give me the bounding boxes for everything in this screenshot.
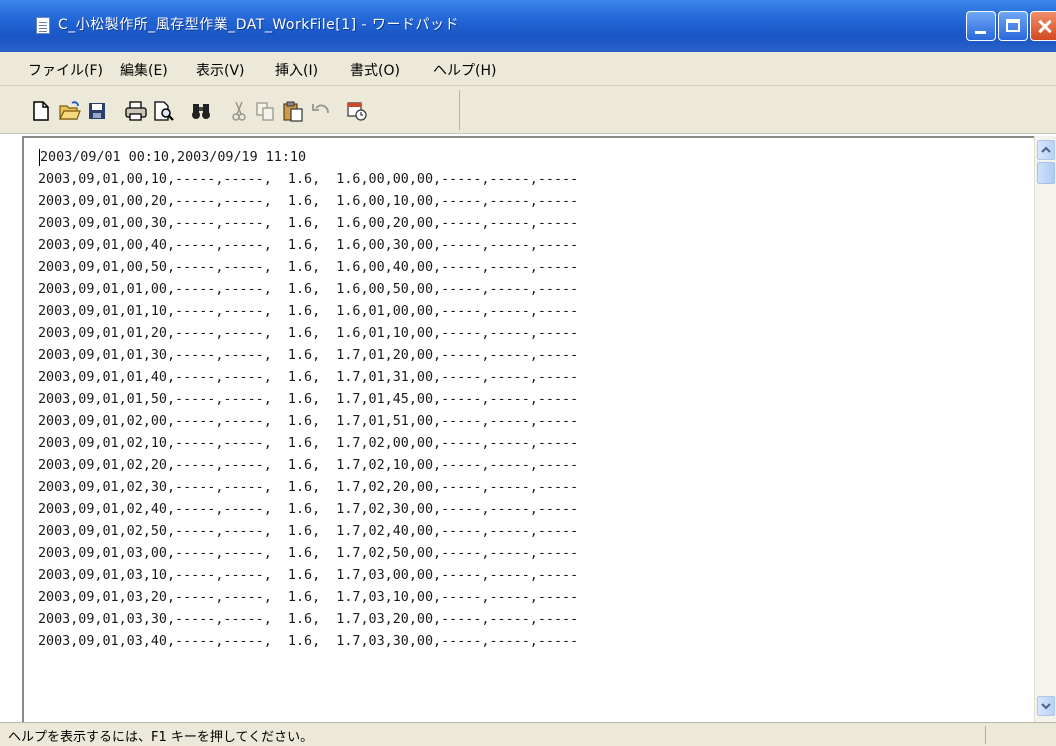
menu-format[interactable]: 書式(O)	[350, 60, 400, 80]
data-record-line: 2003,09,01,01,20,-----,-----, 1.6, 1.6,0…	[38, 326, 579, 341]
close-button[interactable]	[1030, 11, 1056, 41]
wordpad-document-icon[interactable]	[36, 17, 50, 34]
print-icon[interactable]	[124, 100, 147, 122]
data-record-line: 2003,09,01,00,40,-----,-----, 1.6, 1.6,0…	[38, 238, 579, 253]
chevron-down-icon	[1041, 703, 1051, 710]
chevron-up-icon	[1041, 146, 1051, 153]
document-editor[interactable]: 2003/09/01 00:10,2003/09/19 11:10 2003,09…	[22, 136, 1034, 722]
undo-icon[interactable]	[310, 100, 332, 122]
menu-view[interactable]: 表示(V)	[196, 60, 245, 80]
data-record-line: 2003,09,01,03,30,-----,-----, 1.6, 1.7,0…	[38, 612, 579, 627]
data-record-line: 2003,09,01,03,20,-----,-----, 1.6, 1.7,0…	[38, 590, 579, 605]
data-record-line: 2003,09,01,01,30,-----,-----, 1.6, 1.7,0…	[38, 348, 579, 363]
scroll-thumb[interactable]	[1037, 162, 1055, 184]
new-document-icon[interactable]	[30, 100, 52, 122]
open-folder-icon[interactable]	[58, 100, 81, 122]
data-record-line: 2003,09,01,01,40,-----,-----, 1.6, 1.7,0…	[38, 370, 579, 385]
data-record-line: 2003,09,01,03,00,-----,-----, 1.6, 1.7,0…	[38, 546, 579, 561]
data-record-line: 2003,09,01,02,40,-----,-----, 1.6, 1.7,0…	[38, 502, 579, 517]
data-record-line: 2003,09,01,03,10,-----,-----, 1.6, 1.7,0…	[38, 568, 579, 583]
data-record-line: 2003,09,01,01,10,-----,-----, 1.6, 1.6,0…	[38, 304, 579, 319]
status-bar: ヘルプを表示するには、F1 キーを押してください。	[0, 722, 1056, 746]
menu-file[interactable]: ファイル(F)	[28, 60, 103, 80]
data-record-line: 2003,09,01,02,20,-----,-----, 1.6, 1.7,0…	[38, 458, 579, 473]
scroll-up-button[interactable]	[1037, 140, 1055, 160]
data-record-line: 2003,09,01,03,40,-----,-----, 1.6, 1.7,0…	[38, 634, 579, 649]
data-record-line: 2003,09,01,01,50,-----,-----, 1.6, 1.7,0…	[38, 392, 579, 407]
find-binoculars-icon[interactable]	[190, 100, 212, 122]
data-record-line: 2003,09,01,02,10,-----,-----, 1.6, 1.7,0…	[38, 436, 579, 451]
date-time-icon[interactable]	[346, 100, 368, 122]
menu-insert[interactable]: 挿入(I)	[275, 60, 318, 80]
menu-help[interactable]: ヘルプ(H)	[433, 60, 496, 80]
minimize-button[interactable]	[966, 11, 996, 41]
scroll-down-button[interactable]	[1037, 696, 1055, 716]
document-text[interactable]: 2003/09/01 00:10,2003/09/19 11:10 2003,09…	[38, 147, 578, 653]
status-text: ヘルプを表示するには、F1 キーを押してください。	[8, 730, 314, 745]
data-record-line: 2003,09,01,02,30,-----,-----, 1.6, 1.7,0…	[38, 480, 579, 495]
data-record-line: 2003,09,01,02,50,-----,-----, 1.6, 1.7,0…	[38, 524, 579, 539]
data-record-line: 2003,09,01,02,00,-----,-----, 1.6, 1.7,0…	[38, 414, 579, 429]
standard-toolbar	[20, 90, 460, 130]
data-record-line: 2003,09,01,00,30,-----,-----, 1.6, 1.6,0…	[38, 216, 579, 231]
document-header-line: 2003/09/01 00:10,2003/09/19 11:10	[40, 150, 307, 165]
paste-clipboard-icon[interactable]	[282, 100, 304, 122]
status-divider	[985, 726, 986, 744]
title-bar[interactable]: C_小松製作所_風存型作業_DAT_WorkFile[1] - ワードパッド	[0, 0, 1056, 52]
vertical-scrollbar[interactable]	[1034, 136, 1056, 722]
data-record-line: 2003,09,01,00,20,-----,-----, 1.6, 1.6,0…	[38, 194, 579, 209]
toolbar	[0, 86, 1056, 134]
menu-edit[interactable]: 編集(E)	[120, 60, 168, 80]
maximize-button[interactable]	[998, 11, 1028, 41]
copy-icon[interactable]	[254, 100, 276, 122]
menu-bar: ファイル(F) 編集(E) 表示(V) 挿入(I) 書式(O) ヘルプ(H)	[0, 52, 1056, 86]
window-title: C_小松製作所_風存型作業_DAT_WorkFile[1] - ワードパッド	[58, 17, 460, 33]
cut-scissors-icon[interactable]	[228, 100, 250, 122]
data-record-line: 2003,09,01,00,10,-----,-----, 1.6, 1.6,0…	[38, 172, 579, 187]
data-record-line: 2003,09,01,01,00,-----,-----, 1.6, 1.6,0…	[38, 282, 579, 297]
data-record-line: 2003,09,01,00,50,-----,-----, 1.6, 1.6,0…	[38, 260, 579, 275]
print-preview-icon[interactable]	[152, 100, 174, 122]
save-disk-icon[interactable]	[86, 100, 108, 122]
